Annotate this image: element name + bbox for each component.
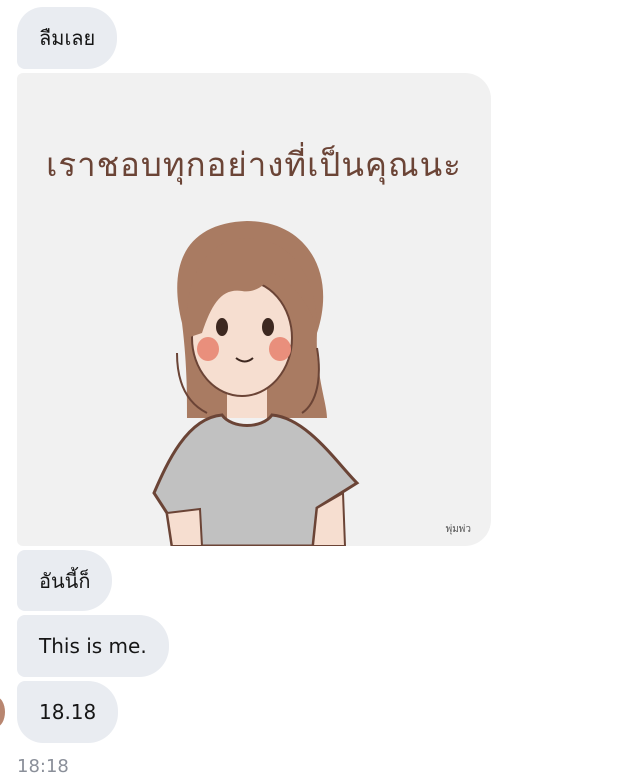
image-caption: เราชอบทุกอย่างที่เป็นคุณนะ: [46, 145, 462, 184]
right-cheek: [269, 337, 291, 361]
message-bubble[interactable]: อันนี้ก็: [17, 550, 113, 611]
message-bubble[interactable]: This is me.: [17, 615, 169, 677]
message-bubble[interactable]: ลืมเลย: [17, 7, 118, 69]
image-signature: พุ่มพ่ว: [445, 524, 471, 535]
message-bubble[interactable]: 18.18: [17, 681, 119, 743]
avatar-icon[interactable]: [0, 697, 5, 727]
message-text: ลืมเลย: [39, 26, 96, 50]
message-text: อันนี้ก็: [39, 568, 91, 593]
left-eye: [216, 318, 228, 336]
message-text: This is me.: [39, 634, 147, 658]
left-cheek: [197, 337, 219, 361]
message-timestamp: 18:18: [17, 756, 69, 777]
left-arm: [165, 507, 204, 546]
chat-thread: ลืมเลย เราชอบทุกอย่างที่เป็นคุณนะ พุ่มพ่…: [0, 0, 637, 782]
right-eye: [262, 318, 274, 336]
image-message[interactable]: เราชอบทุกอย่างที่เป็นคุณนะ พุ่มพ่ว: [17, 73, 491, 546]
message-text: 18.18: [39, 700, 97, 724]
